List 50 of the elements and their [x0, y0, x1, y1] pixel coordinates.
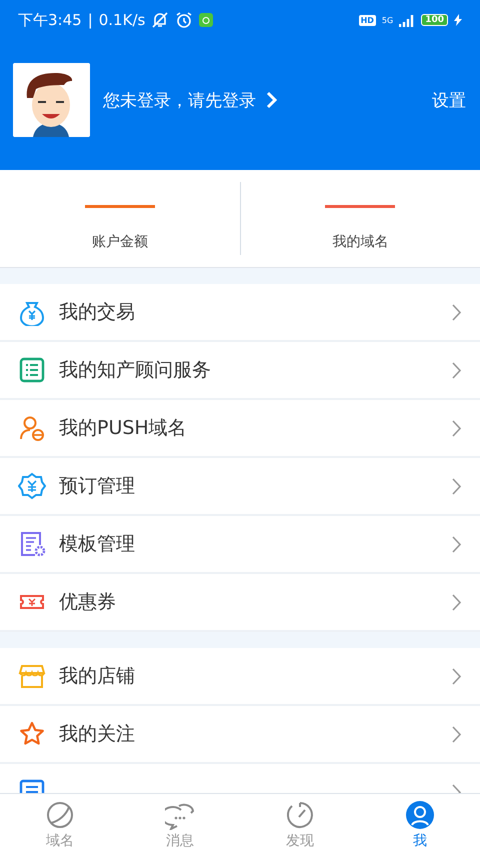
- network-type: 5G: [382, 16, 394, 24]
- chevron-right-icon: [452, 726, 462, 742]
- shop-icon: [18, 662, 46, 690]
- document-gear-icon: [18, 530, 46, 558]
- menu-item-label: 模板管理: [59, 532, 136, 557]
- status-separator: |: [88, 11, 93, 29]
- settings-button[interactable]: 设置: [432, 88, 466, 112]
- menu-item-label: 我的店铺: [59, 664, 136, 689]
- menu-item[interactable]: 模板管理: [0, 516, 480, 574]
- chevron-right-icon: [452, 420, 462, 436]
- avatar[interactable]: [13, 63, 90, 137]
- planet-icon: [45, 800, 75, 830]
- status-time: 下午3:45: [18, 10, 82, 30]
- chevron-right-icon: [452, 304, 462, 320]
- gauge-icon: [285, 800, 315, 830]
- menu-item-label: 我的关注: [59, 722, 136, 747]
- menu-item[interactable]: 优惠券: [0, 574, 480, 632]
- menu-item[interactable]: 我的PUSH域名: [0, 400, 480, 458]
- charging-icon: [454, 14, 462, 26]
- stat-label[interactable]: 账户金额: [92, 233, 148, 251]
- signal-icon: [399, 14, 416, 26]
- muted-bell-icon: [151, 11, 170, 29]
- hd-indicator: HD: [358, 14, 376, 26]
- menu-item[interactable]: 我的交易: [0, 284, 480, 342]
- menu-item-label: 优惠券: [59, 590, 117, 615]
- menu-item-label: 我的知产顾问服务: [59, 358, 212, 383]
- menu-item-label: 我的PUSH域名: [59, 416, 188, 441]
- alarm-clock-icon: [175, 11, 194, 29]
- login-prompt[interactable]: 您未登录，请先登录: [103, 88, 256, 112]
- network-speed: 0.1K/s: [98, 11, 146, 29]
- tab[interactable]: 我: [360, 794, 480, 853]
- list-icon: [18, 356, 46, 384]
- chevron-right-icon: [452, 362, 462, 378]
- user-icon: [18, 414, 46, 442]
- chevron-right-icon: [266, 91, 277, 109]
- chevron-right-icon: [452, 478, 462, 494]
- menu-item-label: 我的交易: [59, 300, 136, 325]
- battery-level: 100: [421, 14, 448, 26]
- app-notification-icon: [199, 13, 214, 27]
- menu-item[interactable]: 我的店铺: [0, 648, 480, 706]
- stat-label[interactable]: 我的域名: [332, 233, 388, 251]
- menu-item-label: 预订管理: [59, 474, 136, 499]
- person-icon: [405, 800, 435, 830]
- chevron-right-icon: [452, 668, 462, 684]
- chevron-right-icon: [452, 536, 462, 552]
- chevron-right-icon: [452, 594, 462, 610]
- menu-item[interactable]: 预订管理: [0, 458, 480, 516]
- menu-item[interactable]: 我的知产顾问服务: [0, 342, 480, 400]
- menu-item[interactable]: 我的关注: [0, 706, 480, 764]
- yen-badge-icon: [18, 472, 46, 500]
